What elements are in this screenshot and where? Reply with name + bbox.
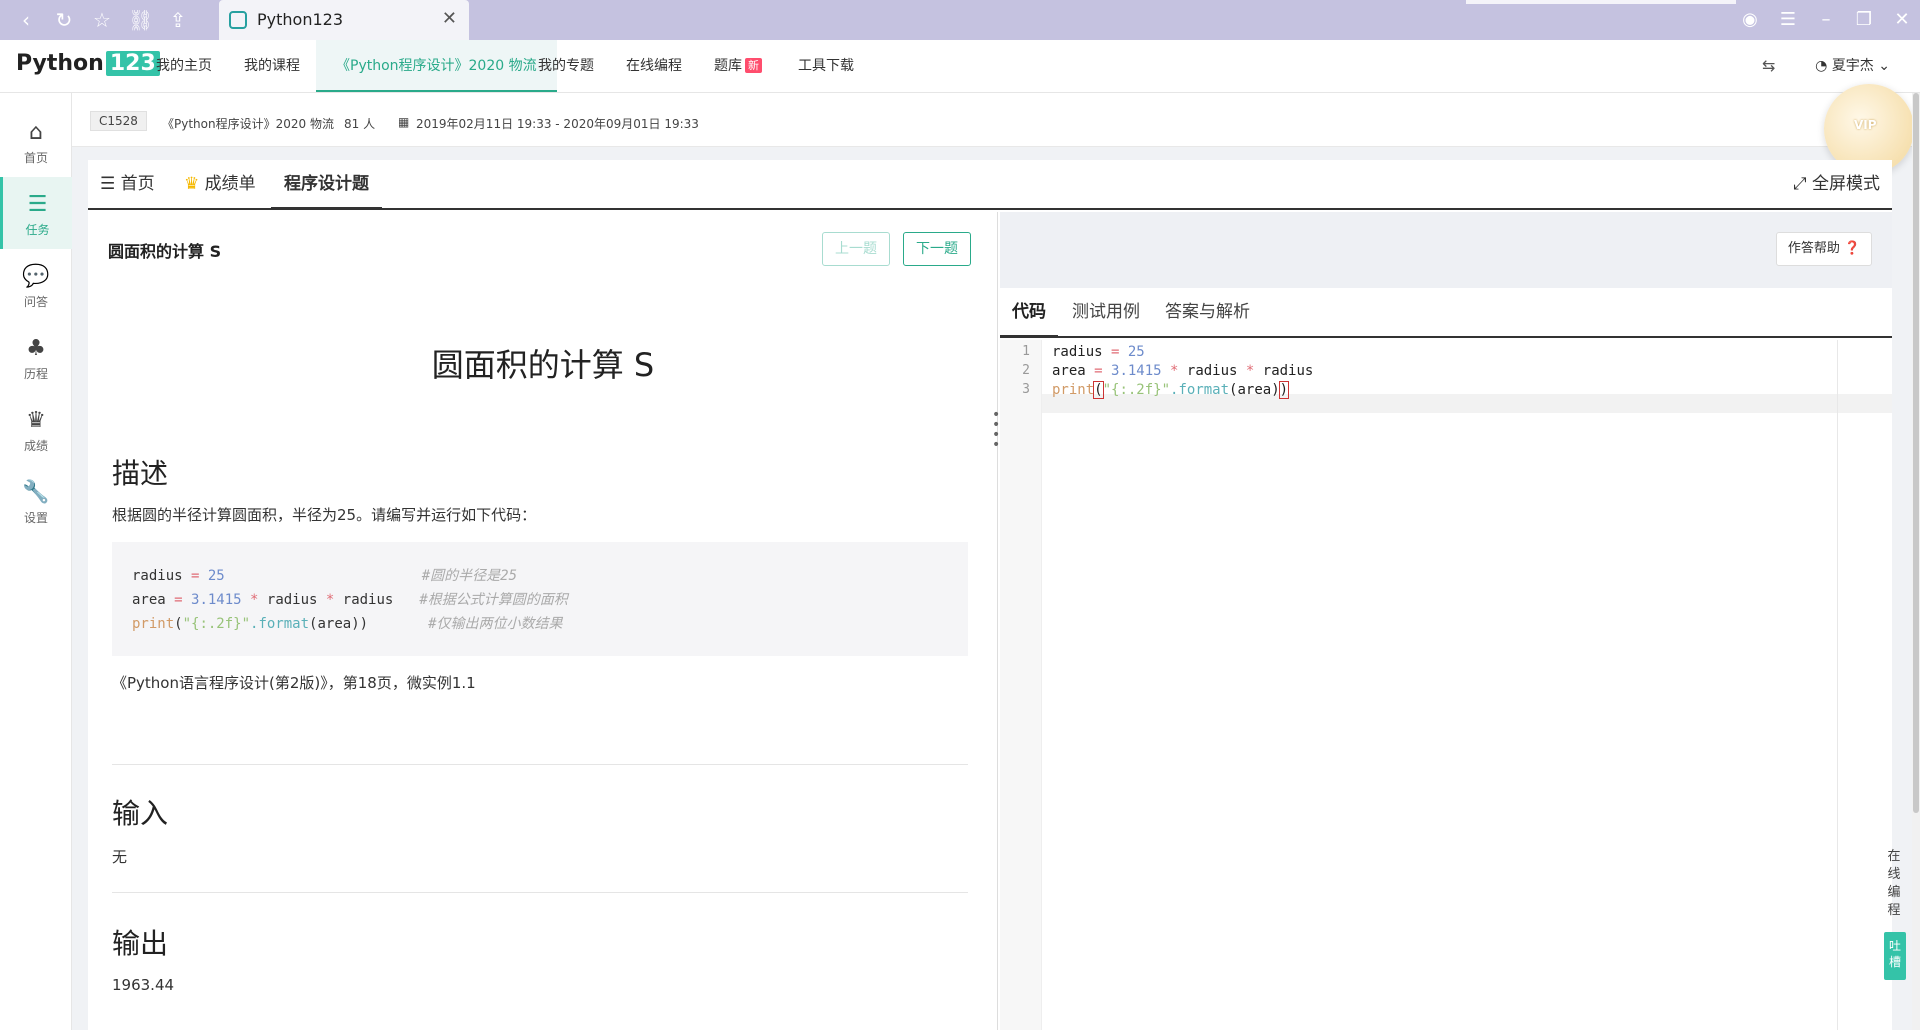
tab-home[interactable]: ☰ 首页 xyxy=(100,160,155,208)
line-number-gutter: 1 2 3 xyxy=(1000,340,1042,1030)
prev-question-button[interactable]: 上一题 xyxy=(822,232,890,266)
course-code-tag: C1528 xyxy=(90,111,147,131)
description-heading: 描述 xyxy=(112,457,169,490)
calendar-icon: ▦ xyxy=(398,115,410,129)
code-line: print("{:.2f}".format(area)) #仅输出两位小数结果 xyxy=(132,616,563,632)
new-badge: 新 xyxy=(745,58,762,73)
editor-code-line[interactable]: radius = 25 xyxy=(1052,344,1145,360)
fullscreen-button[interactable]: ⤢ 全屏模式 xyxy=(1793,160,1880,208)
sidebar-item-grades[interactable]: ♛ 成绩 xyxy=(0,393,72,465)
editor-code-line[interactable]: print("{:.2f}".format(area)) xyxy=(1052,381,1290,399)
user-icon: ◔ xyxy=(1815,58,1832,74)
list-icon: ☰ xyxy=(100,174,121,194)
tab-test-cases[interactable]: 测试用例 xyxy=(1072,288,1140,336)
answer-help-button[interactable]: 作答帮助 ❓ xyxy=(1776,232,1872,266)
course-name: 《Python程序设计》2020 物流 xyxy=(162,117,334,131)
restore-icon[interactable]: ❐ xyxy=(1852,8,1876,32)
main-panel: ☰ 首页 ♛ 成绩单 程序设计题 ⤢ 全屏模式 圆面积的计算 S 上一题 下一题… xyxy=(88,160,1892,1030)
next-question-button[interactable]: 下一题 xyxy=(903,232,971,266)
minimize-icon[interactable]: – xyxy=(1814,8,1838,32)
search-icon[interactable]: ◉ xyxy=(1738,8,1762,32)
tab-title: Python123 xyxy=(257,10,343,29)
python123-logo[interactable]: Python 123 xyxy=(16,51,160,76)
problem-title: 圆面积的计算 S xyxy=(431,346,655,384)
nav-my-home[interactable]: 我的主页 xyxy=(156,40,212,92)
divider xyxy=(112,892,968,893)
tab-scores[interactable]: ♛ 成绩单 xyxy=(184,160,256,208)
nav-my-courses[interactable]: 我的课程 xyxy=(244,40,300,92)
browser-toolbar: ‹ ↻ ☆ ⛓ ⇪ Python123 ✕ ◉ ☰ – ❐ ✕ xyxy=(0,0,1920,40)
line-number: 1 xyxy=(1022,344,1030,359)
example-code-block: radius = 25 #圆的半径是25 area = 3.1415 * radi… xyxy=(112,542,968,656)
description-text: 根据圆的半径计算圆面积，半径为25。请编写并运行如下代码： xyxy=(112,506,537,524)
line-number: 3 xyxy=(1022,382,1030,397)
editor-tabs: 代码 测试用例 答案与解析 xyxy=(1000,288,1892,338)
site-favicon-icon xyxy=(229,11,247,29)
loading-strip xyxy=(1466,0,1736,4)
sidebar-item-qa[interactable]: 💬 问答 xyxy=(0,249,72,321)
chat-icon: 💬 xyxy=(22,264,50,289)
scrollbar-thumb[interactable] xyxy=(1913,93,1919,813)
panel-tabs: ☰ 首页 ♛ 成绩单 程序设计题 ⤢ 全屏模式 xyxy=(88,160,1892,210)
left-sidebar: ⌂ 首页 ☰ 任务 💬 问答 ♣ 历程 ♛ 成绩 🔧 设置 xyxy=(0,93,72,1030)
sidebar-item-settings[interactable]: 🔧 设置 xyxy=(0,465,72,537)
refresh-icon[interactable]: ↻ xyxy=(52,8,76,32)
tab-code[interactable]: 代码 xyxy=(1000,288,1058,338)
tab-program[interactable]: 程序设计题 xyxy=(271,160,382,210)
question-icon: ❓ xyxy=(1839,241,1861,256)
code-line: area = 3.1415 * radius * radius #根据公式计算圆的… xyxy=(132,592,568,608)
nav-current-course[interactable]: 《Python程序设计》2020 物流 xyxy=(316,40,557,92)
editor-panel: 作答帮助 ❓ 代码 测试用例 答案与解析 1 2 3 radius = 25 a… xyxy=(1000,212,1892,1030)
line-number: 2 xyxy=(1022,363,1030,378)
trophy-icon: ♛ xyxy=(26,408,46,433)
bookmark-star-icon[interactable]: ☆ xyxy=(90,8,114,32)
nav-question-bank[interactable]: 题库新 xyxy=(714,40,762,92)
pane-splitter-handle[interactable]: • • • • xyxy=(992,408,1000,452)
editor-toolbar: 作答帮助 ❓ xyxy=(1000,212,1892,288)
input-text: 无 xyxy=(112,848,128,866)
nav-tool-download[interactable]: 工具下载 xyxy=(798,40,854,92)
close-window-icon[interactable]: ✕ xyxy=(1890,8,1914,32)
nav-online-coding[interactable]: 在线编程 xyxy=(626,40,682,92)
output-text: 1963.44 xyxy=(112,976,175,994)
sidebar-item-history[interactable]: ♣ 历程 xyxy=(0,321,72,393)
online-coding-float[interactable]: 在线编程 xyxy=(1884,848,1904,920)
problem-header-title: 圆面积的计算 S xyxy=(108,242,222,261)
share-icon[interactable]: ⇪ xyxy=(166,8,190,32)
link-icon[interactable]: ⛓ xyxy=(128,8,153,32)
chevron-down-icon: ⌄ xyxy=(1873,58,1890,74)
feedback-button[interactable]: 吐槽 xyxy=(1884,932,1906,980)
student-count: 81 人 xyxy=(344,117,376,131)
reference-text: 《Python语言程序设计(第2版)》，第18页，微实例1.1 xyxy=(112,674,476,692)
tab-close-icon[interactable]: ✕ xyxy=(442,8,457,29)
trophy-icon: ♛ xyxy=(184,174,205,194)
user-name: 夏宇杰 xyxy=(1831,58,1874,74)
tab-answer-analysis[interactable]: 答案与解析 xyxy=(1165,288,1250,336)
print-margin xyxy=(1837,340,1838,1030)
top-nav: Python 123 我的主页 我的课程 《Python程序设计》2020 物流 … xyxy=(0,40,1920,93)
translate-icon[interactable]: ⇆ xyxy=(1762,56,1782,76)
course-time-range: 2019年02月11日 19:33 - 2020年09月01日 19:33 xyxy=(416,117,699,131)
divider xyxy=(112,764,968,765)
course-info-bar: C1528 《Python程序设计》2020 物流 81 人 ▦ 2019年02… xyxy=(72,93,1920,147)
tree-icon: ♣ xyxy=(26,336,46,361)
page-scrollbar[interactable] xyxy=(1912,93,1920,1030)
output-heading: 输出 xyxy=(112,927,169,960)
wrench-icon: 🔧 xyxy=(22,480,50,505)
sidebar-item-tasks[interactable]: ☰ 任务 xyxy=(0,177,72,249)
menu-icon[interactable]: ☰ xyxy=(1776,8,1800,32)
input-heading: 输入 xyxy=(112,797,169,830)
code-line: radius = 25 #圆的半径是25 xyxy=(132,568,518,584)
nav-my-topics[interactable]: 我的专题 xyxy=(538,40,594,92)
expand-icon: ⤢ xyxy=(1792,174,1812,194)
browser-tab[interactable]: Python123 ✕ xyxy=(219,0,469,40)
back-icon[interactable]: ‹ xyxy=(14,8,38,32)
tasks-icon: ☰ xyxy=(27,192,48,217)
editor-code-line[interactable]: area = 3.1415 * radius * radius xyxy=(1052,363,1313,379)
problem-panel: 圆面积的计算 S 上一题 下一题 圆面积的计算 S 描述 根据圆的半径计算圆面积… xyxy=(88,212,998,1030)
home-icon: ⌂ xyxy=(29,120,43,145)
sidebar-item-home[interactable]: ⌂ 首页 xyxy=(0,105,72,177)
